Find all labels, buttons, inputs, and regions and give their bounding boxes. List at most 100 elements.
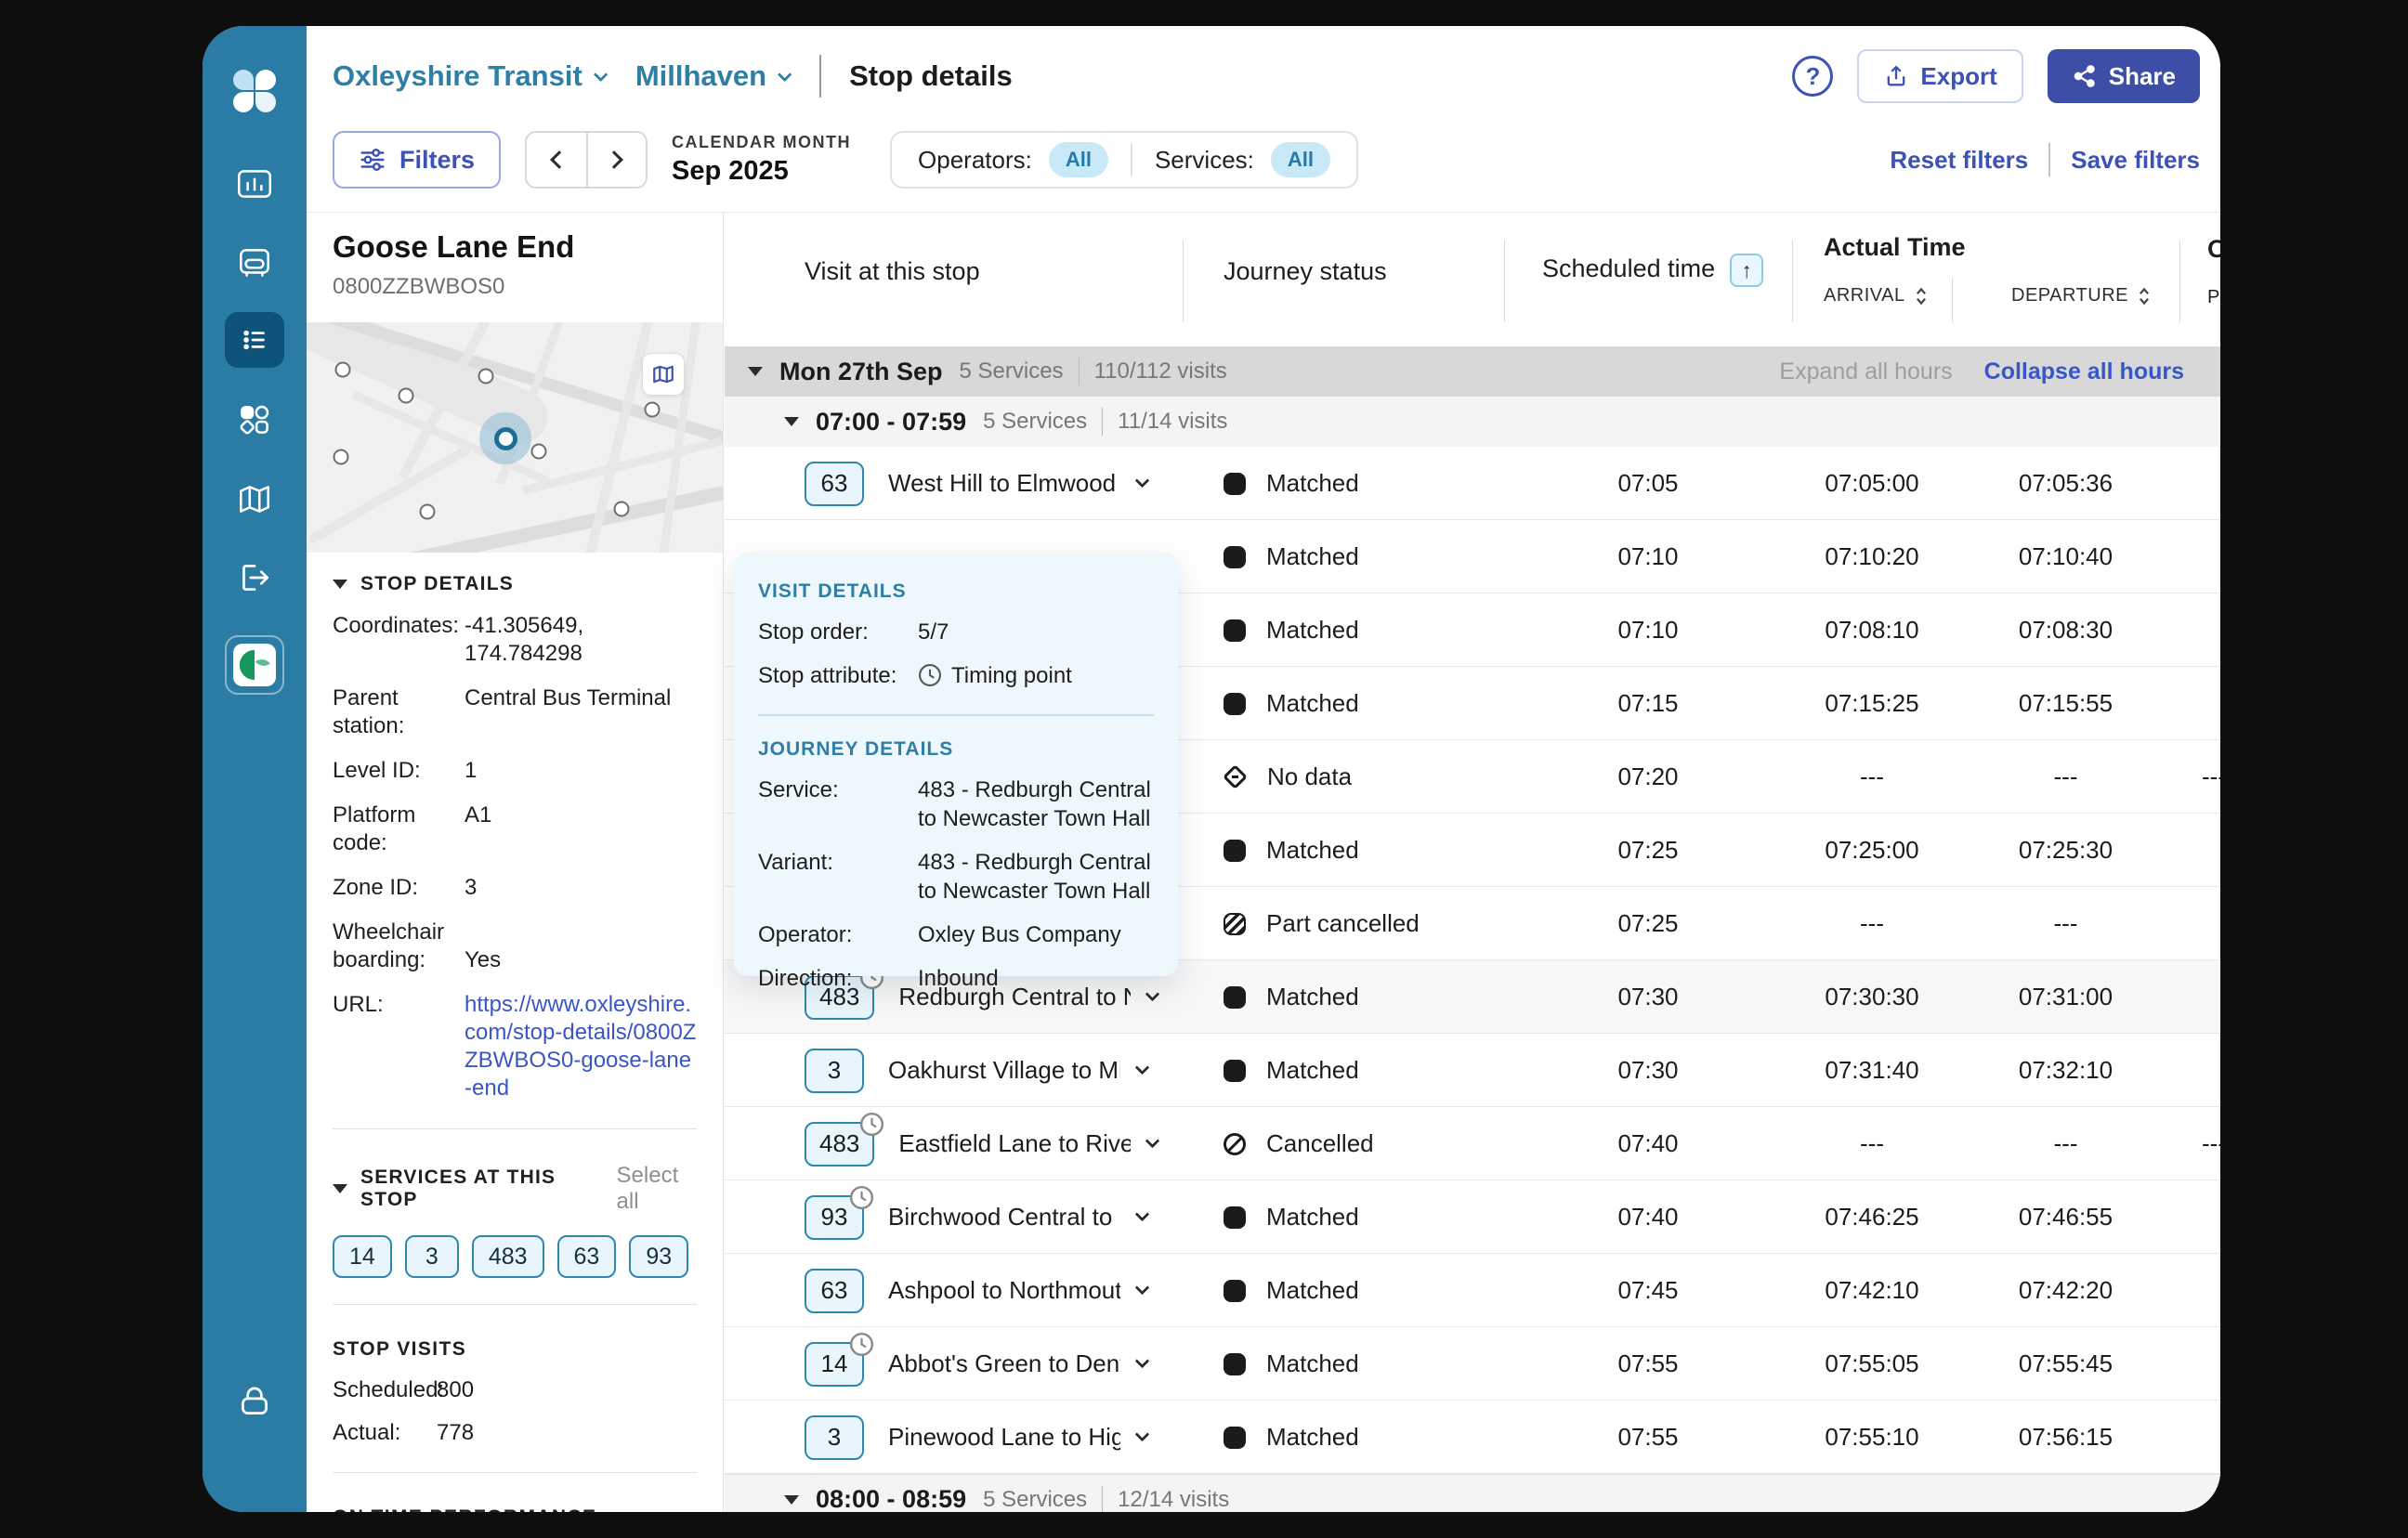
journey-status-icon [1224,1206,1246,1229]
chevron-down-icon[interactable] [1145,1134,1160,1149]
nearby-stop-marker[interactable] [334,450,349,465]
filter-box-divider [1131,144,1132,176]
clipped-otp-value: --- [2179,740,2220,814]
service-filter-badge[interactable]: 63 [557,1235,617,1278]
breadcrumb-network-dropdown[interactable]: Oxleyshire Transit [333,59,604,93]
actual-arrival-value: --- [1792,1107,1952,1180]
service-number: 483 [819,1129,859,1158]
stop-id: 0800ZZBWBOS0 [333,274,697,300]
service-number-badge[interactable]: 3 [805,1049,864,1093]
sort-updown-icon [1915,286,1928,306]
popup-detail-label: Operator: [758,920,918,949]
services-value-pill[interactable]: All [1271,142,1330,177]
service-filter-badge[interactable]: 93 [629,1235,688,1278]
scheduled-time-value: 07:55 [1504,1401,1792,1474]
save-filters-link[interactable]: Save filters [2071,146,2200,175]
stop-details-section-header[interactable]: STOP DETAILS [333,573,697,595]
service-filter-badge[interactable]: 3 [405,1235,459,1278]
chevron-down-icon[interactable] [1135,1354,1150,1369]
visit-table-row[interactable]: 63 West Hill to Elmwood Lan… Matched 07:… [725,447,2220,520]
breadcrumb: Oxleyshire Transit Millhaven Stop detail… [333,46,2200,106]
chevron-down-icon[interactable] [1135,1061,1150,1075]
stop-url-link[interactable]: https://www.oxleyshire.com/stop-details/… [465,991,697,1102]
reset-filters-link[interactable]: Reset filters [1890,146,2028,175]
operators-value-pill[interactable]: All [1049,142,1108,177]
actual-arrival-value: --- [1792,740,1952,814]
next-month-button[interactable] [586,133,646,187]
export-button[interactable]: Export [1857,49,2022,103]
vehicles-bus-icon[interactable] [225,234,284,290]
service-number-badge[interactable]: 63 [805,1269,864,1313]
day-group-row[interactable]: Mon 27th Sep 5 Services 110/112 visits E… [725,346,2220,397]
services-title: SERVICES AT THIS STOP [360,1167,591,1211]
collapse-all-hours-link[interactable]: Collapse all hours [1984,358,2184,385]
clipped-otp-value [2179,520,2220,593]
expand-all-hours-link[interactable]: Expand all hours [1779,358,1952,385]
breadcrumb-region-dropdown[interactable]: Millhaven [635,59,788,93]
filters-button[interactable]: Filters [333,131,501,189]
clipped-otp-value [2179,1034,2220,1107]
popup-detail-row: Service: 483 - Redburgh Central to Newca… [758,776,1154,833]
field-label: Level ID: [333,757,465,785]
journey-status-icon [1224,693,1246,715]
journey-details-title: JOURNEY DETAILS [758,738,1154,761]
journey-status-icon [1224,913,1246,935]
selected-stop-marker[interactable] [479,412,531,464]
components-shapes-icon[interactable] [225,392,284,448]
stop-detail-field: Zone ID:3 [333,874,697,902]
visit-table-row[interactable]: 483 Eastfield Lane to Riversid… Cancelle… [725,1107,2220,1180]
logout-icon[interactable] [225,550,284,606]
visit-table-row[interactable]: 3 Oakhurst Village to Middl… Matched 07:… [725,1034,2220,1107]
actual-departure-value: --- [1952,740,2179,814]
nearby-stop-marker[interactable] [531,444,547,460]
next-hour-group-row[interactable]: 08:00 - 08:59 5 Services 12/14 visits [725,1474,2220,1512]
partner-app-icon[interactable] [225,635,284,695]
chevron-down-icon[interactable] [1135,1207,1150,1222]
clipped-otp-value [2179,1180,2220,1254]
hour-group-services: 5 Services [983,1487,1087,1513]
stop-mini-map[interactable] [307,322,723,553]
chevron-down-icon[interactable] [1135,1427,1150,1442]
help-button[interactable]: ? [1792,56,1833,97]
visit-table-row[interactable]: 3 Pinewood Lane to Highg… Matched 07:55 … [725,1401,2220,1474]
arrival-subheader[interactable]: ARRIVAL [1824,285,1928,306]
chevron-down-icon[interactable] [1135,1281,1150,1296]
nearby-stop-marker[interactable] [399,388,414,404]
service-number-badge[interactable]: 14 [805,1342,864,1387]
nearby-stop-marker[interactable] [478,369,494,384]
nearby-stop-marker[interactable] [614,502,630,517]
sort-ascending-button[interactable]: ↑ [1730,254,1763,287]
field-value: Yes [465,946,697,974]
departure-subheader[interactable]: DEPARTURE [2011,285,2151,306]
nearby-stop-marker[interactable] [335,362,351,378]
lock-icon[interactable] [225,1373,284,1428]
service-number-badge[interactable]: 63 [805,462,864,506]
page-title: Stop details [849,59,1013,93]
clock-icon [918,663,942,687]
visit-table-row[interactable]: 93 Birchwood Central to Birc… Matched 07… [725,1180,2220,1254]
service-number-badge[interactable]: 3 [805,1415,864,1460]
operators-label: Operators: [918,146,1032,175]
hour-group-row[interactable]: 07:00 - 07:59 5 Services 11/14 visits [725,397,2220,447]
map-expand-button[interactable] [642,353,685,396]
previous-month-button[interactable] [527,133,586,187]
visit-table-row[interactable]: 63 Ashpool to Northmouth S… Matched 07:4… [725,1254,2220,1327]
service-filter-badge[interactable]: 14 [333,1235,392,1278]
map-icon[interactable] [225,472,284,528]
service-number-badge[interactable]: 483 [805,1122,874,1167]
route-title: Birchwood Central to Birc… [888,1203,1120,1232]
nearby-stop-marker[interactable] [645,402,661,418]
share-button[interactable]: Share [2048,49,2200,103]
hour-group-label: 08:00 - 08:59 [816,1485,966,1512]
timing-point-clock-icon [859,1112,884,1137]
services-section-header[interactable]: SERVICES AT THIS STOP Select all [333,1163,697,1215]
dashboard-chart-icon[interactable] [225,156,284,212]
journey-status-label: Matched [1266,542,1359,571]
service-filter-badge[interactable]: 483 [472,1235,544,1278]
stop-list-icon[interactable] [225,312,284,368]
select-all-link[interactable]: Select all [617,1163,697,1215]
service-number-badge[interactable]: 93 [805,1195,864,1240]
chevron-down-icon[interactable] [1135,474,1150,489]
visit-table-row[interactable]: 14 Abbot's Green to Denton… Matched 07:5… [725,1327,2220,1401]
nearby-stop-marker[interactable] [420,504,436,520]
